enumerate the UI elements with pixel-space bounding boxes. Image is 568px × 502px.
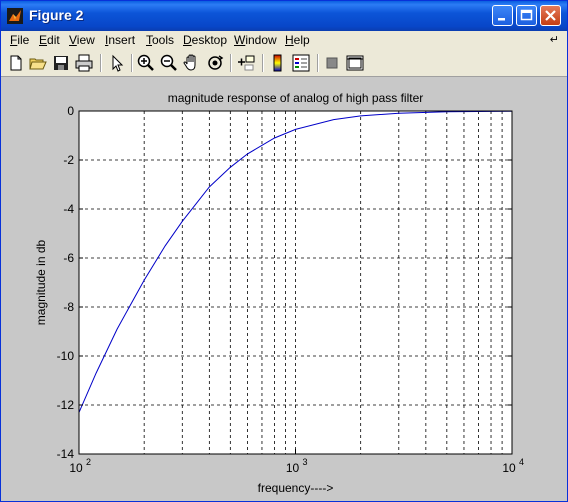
minimize-button[interactable] xyxy=(492,5,513,26)
save-icon xyxy=(54,56,68,70)
line-chart[interactable]: 0-2-4-6-8-10-12-14 10 2 10 3 10 4 magnitude r… xyxy=(1,77,567,501)
menu-bar: File Edit View Insert Tools Desktop Wind… xyxy=(1,31,567,50)
toolbar-separator xyxy=(131,54,133,72)
x-tick-exponent: 3 xyxy=(303,457,308,467)
menu-desktop-mnemonic: D xyxy=(183,33,192,47)
y-tick-label: -10 xyxy=(57,349,75,363)
zoom-in-icon xyxy=(137,54,154,71)
menu-edit[interactable]: Edit xyxy=(39,33,60,47)
toolbar-separator xyxy=(317,54,319,72)
figure-canvas: 0 -2 -4 -6 -8 -10 -12 -14 10 2 10 3 10 4 magnitude r… xyxy=(1,77,567,501)
matlab-logo-icon xyxy=(7,8,23,24)
print-button[interactable] xyxy=(74,53,94,73)
menu-view-mnemonic: V xyxy=(69,33,77,47)
pan-hand-icon xyxy=(183,54,196,71)
y-tick-label: -6 xyxy=(63,251,74,265)
y-tick-label: -12 xyxy=(57,398,75,412)
x-axis-label: frequency----> xyxy=(258,481,334,495)
y-tick-label: -4 xyxy=(63,202,74,216)
x-tick-labels: 10 2 10 3 10 4 xyxy=(69,457,524,475)
dock-figure-icon[interactable]: ↵ xyxy=(550,33,559,46)
menu-insert-label: nsert xyxy=(108,33,136,47)
save-button[interactable] xyxy=(51,53,71,73)
y-tick-label: 0 xyxy=(67,104,74,118)
new-figure-icon xyxy=(10,55,22,71)
rotate-3d-icon xyxy=(208,55,224,70)
close-icon xyxy=(545,10,556,21)
menu-edit-label: dit xyxy=(47,33,60,47)
axes-background xyxy=(79,111,512,454)
y-tick-labels: 0 -2 -4 -6 -8 -10 -12 -14 xyxy=(57,104,75,461)
menu-view[interactable]: View xyxy=(69,33,95,47)
pan-button[interactable] xyxy=(182,53,202,73)
menu-file-label: ile xyxy=(17,33,30,47)
menu-help-mnemonic: H xyxy=(285,33,294,47)
legend-icon xyxy=(292,54,310,72)
data-cursor-button[interactable] xyxy=(236,53,256,73)
menu-window-mnemonic: W xyxy=(234,33,246,47)
x-tick-label: 10 xyxy=(286,461,300,475)
toolbar-separator xyxy=(230,54,232,72)
colorbar-icon xyxy=(273,54,282,72)
y-tick-label: -2 xyxy=(63,153,74,167)
print-icon xyxy=(75,54,93,72)
y-tick-label: -8 xyxy=(63,300,74,314)
open-file-icon xyxy=(29,58,47,70)
menu-desktop[interactable]: Desktop xyxy=(183,33,227,47)
close-button[interactable] xyxy=(540,5,561,26)
hide-plot-tools-button[interactable] xyxy=(322,53,342,73)
title-bar[interactable]: Figure 2 xyxy=(1,1,567,31)
y-tick-label: -14 xyxy=(57,447,75,461)
maximize-button[interactable] xyxy=(516,5,537,26)
figure-toolbar xyxy=(1,50,567,77)
chart-title: magnitude response of analog of high pas… xyxy=(168,91,424,105)
rotate-3d-button[interactable] xyxy=(205,53,225,73)
zoom-out-button[interactable] xyxy=(159,53,179,73)
menu-insert[interactable]: Insert xyxy=(105,33,135,47)
menu-file[interactable]: File xyxy=(10,33,29,47)
edit-plot-button[interactable] xyxy=(107,53,127,73)
zoom-out-icon xyxy=(160,54,177,71)
menu-help[interactable]: Help xyxy=(285,33,310,47)
x-tick-exponent: 4 xyxy=(519,457,524,467)
menu-view-label: iew xyxy=(76,33,95,47)
menu-window-label: indow xyxy=(245,33,277,47)
legend-button[interactable] xyxy=(291,53,311,73)
menu-tools[interactable]: Tools xyxy=(146,33,174,47)
x-tick-exponent: 2 xyxy=(86,457,91,467)
menu-tools-label: ools xyxy=(152,33,175,47)
data-cursor-icon xyxy=(238,55,255,71)
minimize-icon xyxy=(498,18,505,21)
menu-help-label: elp xyxy=(293,33,310,47)
x-tick-label: 10 xyxy=(69,461,83,475)
y-axis-label: magnitude in db xyxy=(34,239,48,325)
menu-desktop-label: esktop xyxy=(191,33,228,47)
toolbar-separator xyxy=(262,54,264,72)
hide-plot-tools-icon xyxy=(326,57,338,69)
show-plot-tools-icon xyxy=(346,55,364,71)
menu-edit-mnemonic: E xyxy=(39,33,48,47)
zoom-in-button[interactable] xyxy=(136,53,156,73)
new-figure-button[interactable] xyxy=(6,53,26,73)
figure-window: Figure 2 File Edit View Insert Tools Des… xyxy=(0,0,568,502)
x-tick-label: 10 xyxy=(502,461,516,475)
toolbar-separator xyxy=(100,54,102,72)
colorbar-button[interactable] xyxy=(268,53,288,73)
edit-plot-arrow-icon xyxy=(112,54,124,72)
open-file-button[interactable] xyxy=(28,53,48,73)
maximize-icon xyxy=(520,9,533,21)
show-plot-tools-button[interactable] xyxy=(345,53,365,73)
window-title: Figure 2 xyxy=(29,7,84,23)
menu-window[interactable]: Window xyxy=(234,33,277,47)
